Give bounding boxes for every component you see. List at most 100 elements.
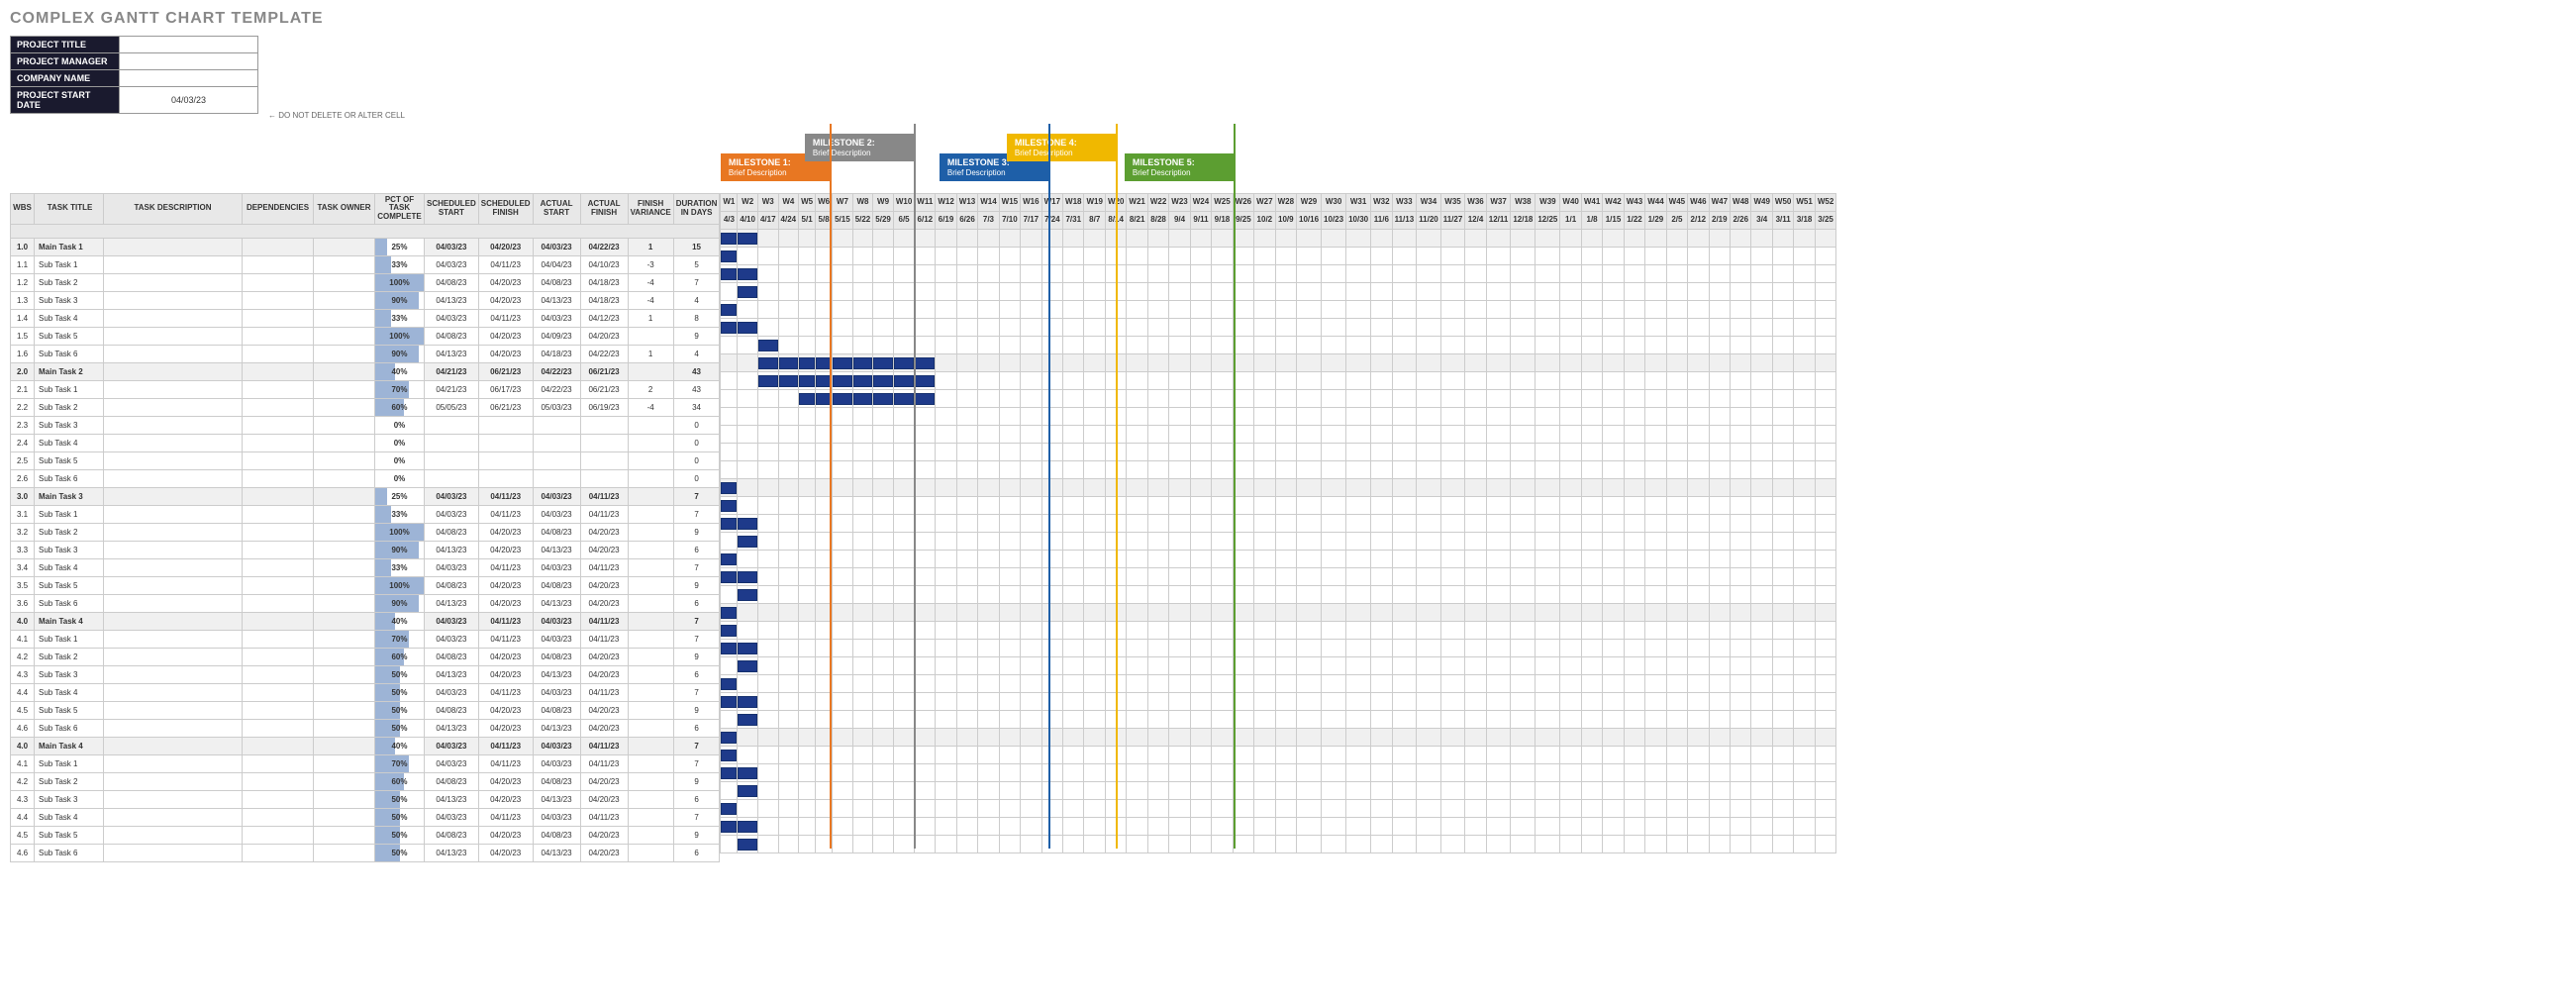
cell[interactable]: 15 <box>673 238 720 255</box>
cell[interactable] <box>580 451 628 469</box>
table-row[interactable]: 4.1Sub Task 170%04/03/2304/11/2304/03/23… <box>11 754 720 772</box>
cell[interactable] <box>243 630 314 648</box>
cell[interactable]: 04/21/23 <box>425 362 479 380</box>
cell[interactable]: 6 <box>673 665 720 683</box>
cell[interactable]: 04/11/23 <box>478 612 533 630</box>
cell[interactable]: Sub Task 6 <box>35 844 104 861</box>
cell[interactable] <box>314 808 375 826</box>
cell[interactable] <box>478 469 533 487</box>
cell[interactable] <box>314 772 375 790</box>
cell[interactable]: 04/11/23 <box>478 309 533 327</box>
cell[interactable]: 04/03/23 <box>533 754 580 772</box>
cell[interactable]: 04/13/23 <box>533 594 580 612</box>
cell[interactable] <box>243 808 314 826</box>
cell[interactable] <box>314 576 375 594</box>
cell[interactable] <box>104 665 243 683</box>
cell[interactable] <box>314 291 375 309</box>
cell[interactable]: 04/03/23 <box>425 238 479 255</box>
cell[interactable]: 25% <box>375 238 425 255</box>
cell[interactable] <box>243 451 314 469</box>
cell[interactable] <box>104 345 243 362</box>
cell[interactable] <box>243 398 314 416</box>
cell[interactable] <box>104 541 243 558</box>
cell[interactable]: 4.3 <box>11 790 35 808</box>
cell[interactable]: 04/03/23 <box>533 309 580 327</box>
cell[interactable] <box>243 238 314 255</box>
cell[interactable] <box>104 844 243 861</box>
cell[interactable]: 04/11/23 <box>580 505 628 523</box>
cell[interactable] <box>314 362 375 380</box>
cell[interactable] <box>628 701 673 719</box>
cell[interactable]: 04/20/23 <box>478 844 533 861</box>
cell[interactable]: 2.5 <box>11 451 35 469</box>
cell[interactable]: 04/08/23 <box>425 772 479 790</box>
cell[interactable]: Sub Task 6 <box>35 719 104 737</box>
cell[interactable]: Sub Task 1 <box>35 754 104 772</box>
table-row[interactable]: 2.4Sub Task 40%0 <box>11 434 720 451</box>
cell[interactable] <box>104 826 243 844</box>
cell[interactable]: 1.2 <box>11 273 35 291</box>
cell[interactable]: 04/11/23 <box>580 737 628 754</box>
cell[interactable]: 04/11/23 <box>580 612 628 630</box>
cell[interactable]: 50% <box>375 790 425 808</box>
cell[interactable] <box>628 826 673 844</box>
cell[interactable] <box>243 541 314 558</box>
table-row[interactable]: 1.2Sub Task 2100%04/08/2304/20/2304/08/2… <box>11 273 720 291</box>
cell[interactable]: -4 <box>628 273 673 291</box>
table-row[interactable]: 2.6Sub Task 60%0 <box>11 469 720 487</box>
cell[interactable] <box>628 772 673 790</box>
cell[interactable] <box>243 345 314 362</box>
cell[interactable]: 9 <box>673 648 720 665</box>
cell[interactable] <box>243 701 314 719</box>
cell[interactable]: -4 <box>628 398 673 416</box>
cell[interactable]: 04/13/23 <box>533 790 580 808</box>
cell[interactable]: 0% <box>375 434 425 451</box>
table-row[interactable]: 4.4Sub Task 450%04/03/2304/11/2304/03/23… <box>11 808 720 826</box>
cell[interactable] <box>104 558 243 576</box>
cell[interactable]: 4.2 <box>11 772 35 790</box>
table-row[interactable]: 2.0Main Task 240%04/21/2306/21/2304/22/2… <box>11 362 720 380</box>
cell[interactable]: 90% <box>375 594 425 612</box>
cell[interactable]: 6 <box>673 594 720 612</box>
cell[interactable]: 25% <box>375 487 425 505</box>
cell[interactable]: 04/20/23 <box>580 719 628 737</box>
cell[interactable]: 4.0 <box>11 612 35 630</box>
cell[interactable]: 6 <box>673 541 720 558</box>
cell[interactable]: 3.5 <box>11 576 35 594</box>
cell[interactable] <box>314 790 375 808</box>
cell[interactable]: -4 <box>628 291 673 309</box>
cell[interactable]: 70% <box>375 630 425 648</box>
cell[interactable]: 04/11/23 <box>580 630 628 648</box>
cell[interactable]: Sub Task 5 <box>35 451 104 469</box>
cell[interactable]: 04/13/23 <box>425 844 479 861</box>
cell[interactable] <box>478 416 533 434</box>
cell[interactable]: 04/11/23 <box>478 737 533 754</box>
cell[interactable] <box>314 273 375 291</box>
cell[interactable]: 33% <box>375 505 425 523</box>
cell[interactable]: 04/03/23 <box>425 754 479 772</box>
cell[interactable] <box>314 469 375 487</box>
table-row[interactable]: 1.0Main Task 125%04/03/2304/20/2304/03/2… <box>11 238 720 255</box>
cell[interactable]: 04/08/23 <box>533 826 580 844</box>
cell[interactable]: 04/22/23 <box>580 345 628 362</box>
cell[interactable]: 04/20/23 <box>580 790 628 808</box>
cell[interactable]: 100% <box>375 273 425 291</box>
cell[interactable] <box>243 719 314 737</box>
cell[interactable]: 04/08/23 <box>533 523 580 541</box>
cell[interactable] <box>243 362 314 380</box>
cell[interactable] <box>628 434 673 451</box>
cell[interactable]: 04/11/23 <box>478 255 533 273</box>
cell[interactable]: 04/03/23 <box>425 505 479 523</box>
cell[interactable]: 04/20/23 <box>580 844 628 861</box>
table-row[interactable]: 2.1Sub Task 170%04/21/2306/17/2304/22/23… <box>11 380 720 398</box>
cell[interactable] <box>104 576 243 594</box>
cell[interactable]: 04/13/23 <box>533 291 580 309</box>
cell[interactable]: 06/17/23 <box>478 380 533 398</box>
cell[interactable]: 04/20/23 <box>580 327 628 345</box>
table-row[interactable]: 3.3Sub Task 390%04/13/2304/20/2304/13/23… <box>11 541 720 558</box>
cell[interactable]: 1.4 <box>11 309 35 327</box>
cell[interactable]: 9 <box>673 576 720 594</box>
cell[interactable]: 05/03/23 <box>533 398 580 416</box>
cell[interactable]: 04/13/23 <box>533 541 580 558</box>
cell[interactable]: 4.1 <box>11 630 35 648</box>
